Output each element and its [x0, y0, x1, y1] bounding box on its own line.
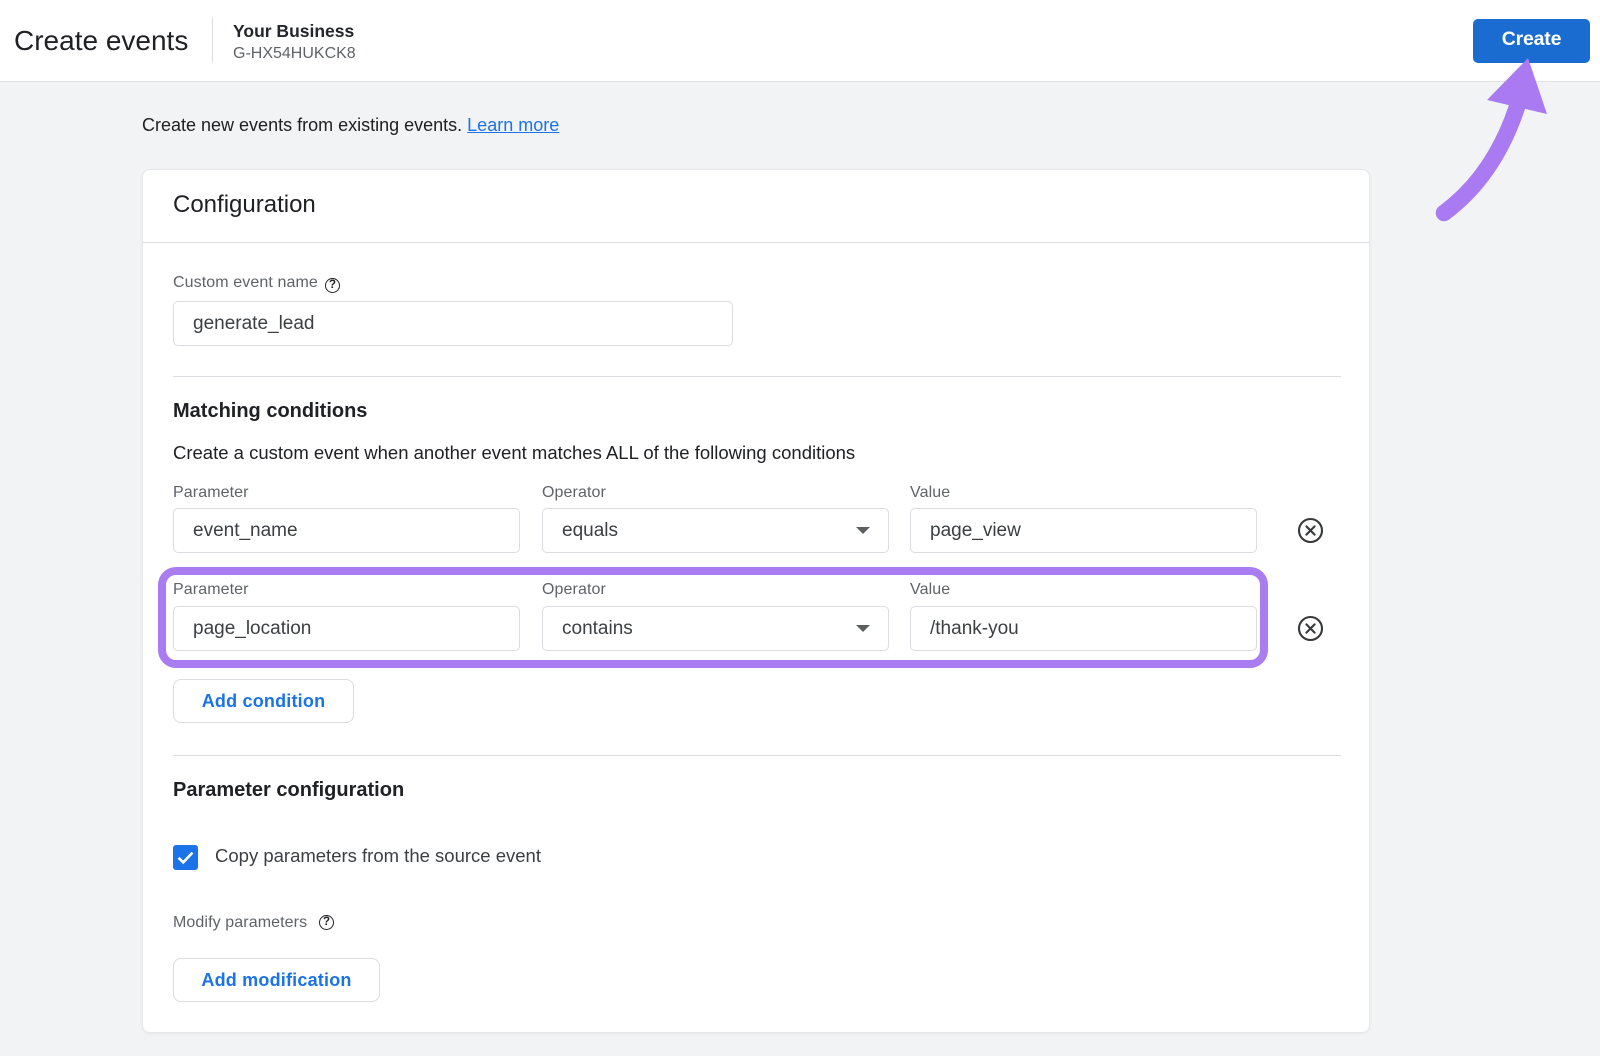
- operator-value-row1: equals: [562, 519, 618, 541]
- parameter-input-row1[interactable]: [173, 508, 520, 553]
- modify-parameters-label: Modify parameters: [173, 913, 308, 931]
- property-id: G-HX54HUKCK8: [233, 45, 356, 62]
- checkmark-icon: [177, 851, 194, 865]
- dropdown-caret-icon: [856, 625, 870, 632]
- matching-conditions-heading: Matching conditions: [173, 400, 368, 422]
- section-divider-1: [173, 376, 1341, 377]
- card-header-divider: [143, 242, 1369, 243]
- remove-condition-row1-icon[interactable]: [1297, 517, 1324, 544]
- intro-text: Create new events from existing events. …: [142, 115, 559, 136]
- property-name: Your Business: [233, 20, 355, 41]
- section-divider-2: [173, 755, 1341, 756]
- card-title: Configuration: [173, 191, 316, 218]
- custom-event-name-label: Custom event name: [173, 274, 318, 291]
- header-divider: [212, 17, 213, 63]
- create-button[interactable]: Create: [1473, 19, 1590, 63]
- parameter-input-row2[interactable]: [173, 606, 520, 651]
- page-title: Create events: [14, 25, 189, 56]
- dropdown-caret-icon: [856, 527, 870, 534]
- operator-label-row1: Operator: [542, 484, 606, 501]
- configuration-card: Configuration Custom event name ? Matchi…: [142, 169, 1370, 1033]
- copy-parameters-label: Copy parameters from the source event: [215, 845, 541, 866]
- learn-more-link[interactable]: Learn more: [467, 115, 559, 135]
- parameter-label-row2: Parameter: [173, 581, 249, 598]
- app-header: Create events Your Business G-HX54HUKCK8…: [0, 0, 1600, 82]
- value-input-row2[interactable]: [910, 606, 1257, 651]
- circle-x-icon: [1297, 615, 1324, 642]
- value-input-row1[interactable]: [910, 508, 1257, 553]
- operator-label-row2: Operator: [542, 581, 606, 598]
- matching-conditions-description: Create a custom event when another event…: [173, 442, 856, 463]
- help-glyph: ?: [322, 916, 331, 929]
- copy-parameters-checkbox[interactable]: [173, 845, 198, 870]
- parameter-configuration-heading: Parameter configuration: [173, 779, 405, 801]
- value-label-row1: Value: [910, 484, 951, 501]
- parameter-label-row1: Parameter: [173, 484, 249, 501]
- value-label-row2: Value: [910, 581, 951, 598]
- add-modification-button[interactable]: Add modification: [173, 958, 380, 1002]
- operator-value-row2: contains: [562, 617, 633, 639]
- help-glyph: ?: [328, 278, 337, 291]
- intro-sentence: Create new events from existing events.: [142, 115, 463, 135]
- help-icon[interactable]: ?: [319, 915, 334, 930]
- help-icon[interactable]: ?: [325, 277, 340, 293]
- circle-x-icon: [1297, 517, 1324, 544]
- add-condition-button[interactable]: Add condition: [173, 679, 354, 723]
- operator-select-row2[interactable]: contains: [542, 606, 889, 651]
- remove-condition-row2-icon[interactable]: [1297, 615, 1324, 642]
- operator-select-row1[interactable]: equals: [542, 508, 889, 553]
- custom-event-name-input[interactable]: [173, 301, 733, 346]
